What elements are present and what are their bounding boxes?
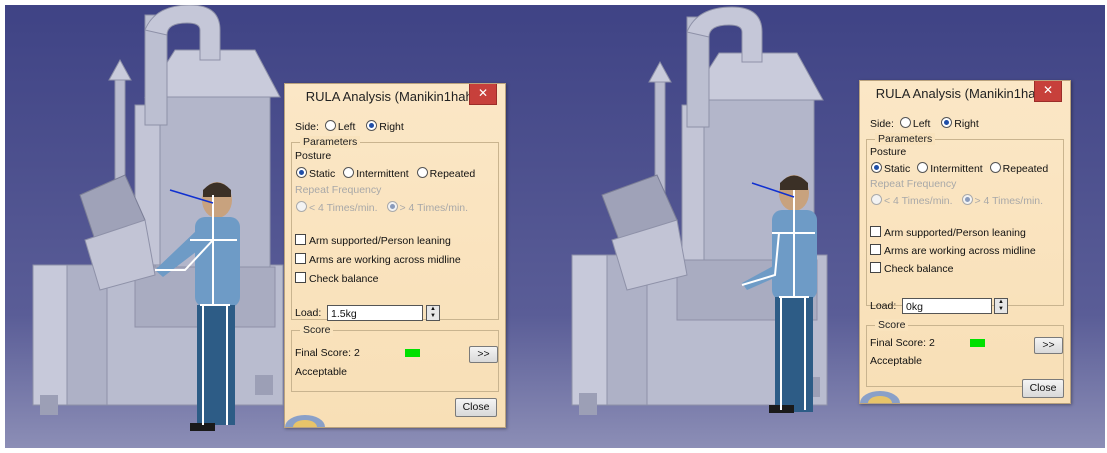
score-color-indicator (405, 349, 420, 357)
load-label: Load: (295, 307, 322, 319)
rula-dialog: RULA Analysis (Manikin1haha) ✕ Side: Lef… (859, 80, 1071, 404)
viewport-left[interactable]: RULA Analysis (Manikin1haha) ✕ Side: Lef… (5, 5, 550, 448)
arm-supported-label[interactable]: Arm supported/Person leaning (309, 235, 451, 247)
load-input[interactable]: 1.5kg (327, 305, 423, 321)
side-left-label[interactable]: Left (338, 121, 356, 133)
arm-supported-label[interactable]: Arm supported/Person leaning (884, 227, 1026, 239)
freq-low-label: < 4 Times/min. (309, 202, 378, 214)
side-left-label[interactable]: Left (913, 118, 931, 130)
rula-dialog: RULA Analysis (Manikin1haha) ✕ Side: Lef… (284, 83, 506, 428)
side-selector: Side: Left Right (870, 117, 979, 130)
arm-supported-option[interactable]: Arm supported/Person leaning (295, 234, 451, 247)
final-score: Final Score: 2 (870, 337, 935, 349)
score-color-indicator (970, 339, 985, 347)
close-button[interactable]: Close (455, 398, 497, 417)
arm-supported-option[interactable]: Arm supported/Person leaning (870, 226, 1026, 239)
freq-high-radio (386, 201, 398, 212)
arms-midline-checkbox[interactable] (295, 253, 306, 264)
side-label: Side: (295, 121, 319, 133)
repeated-radio[interactable] (416, 167, 428, 178)
arms-midline-label[interactable]: Arms are working across midline (884, 245, 1036, 257)
intermittent-radio[interactable] (917, 162, 929, 173)
check-balance-checkbox[interactable] (295, 272, 306, 283)
static-label[interactable]: Static (884, 163, 910, 175)
score-label: Score (875, 319, 909, 331)
posture-label: Posture (295, 150, 332, 162)
arms-midline-checkbox[interactable] (870, 244, 881, 255)
load-label: Load: (870, 300, 897, 312)
intermittent-radio[interactable] (343, 167, 355, 178)
freq-high-radio (961, 194, 973, 205)
posture-options: Static Intermittent Repeated (868, 162, 1048, 175)
side-left-radio[interactable] (899, 117, 911, 128)
arm-supported-checkbox[interactable] (870, 226, 881, 237)
check-balance-option[interactable]: Check balance (870, 262, 953, 275)
close-button[interactable]: Close (1022, 379, 1064, 398)
arms-midline-label[interactable]: Arms are working across midline (309, 254, 461, 266)
details-button[interactable]: >> (1034, 337, 1063, 354)
load-spinner[interactable]: ▲ ▼ (994, 298, 1008, 314)
check-balance-checkbox[interactable] (870, 262, 881, 273)
load-input[interactable]: 0kg (902, 298, 992, 314)
side-right-radio[interactable] (941, 117, 953, 128)
parameters-label: Parameters (300, 136, 361, 148)
arms-midline-option[interactable]: Arms are working across midline (295, 253, 461, 266)
score-group: Score (291, 324, 499, 392)
freq-low-label: < 4 Times/min. (884, 195, 953, 207)
verdict-text: Acceptable (295, 366, 347, 378)
frequency-options: < 4 Times/min. > 4 Times/min. (868, 194, 1043, 207)
side-left-radio[interactable] (324, 120, 336, 131)
verdict-text: Acceptable (870, 355, 922, 367)
catia-logo-icon (860, 391, 900, 403)
viewport-right[interactable]: RULA Analysis (Manikin1haha) ✕ Side: Lef… (547, 5, 1105, 448)
load-spinner[interactable]: ▲ ▼ (426, 305, 440, 321)
side-right-label[interactable]: Right (954, 118, 979, 130)
repeated-label[interactable]: Repeated (430, 168, 476, 180)
static-radio[interactable] (871, 162, 882, 173)
close-icon[interactable]: ✕ (1034, 81, 1062, 102)
intermittent-label[interactable]: Intermittent (930, 163, 983, 175)
freq-high-label: > 4 Times/min. (399, 202, 469, 214)
arms-midline-option[interactable]: Arms are working across midline (870, 244, 1036, 257)
frequency-options: < 4 Times/min. > 4 Times/min. (293, 201, 468, 214)
static-label[interactable]: Static (309, 168, 335, 180)
catia-logo-icon (285, 415, 325, 427)
close-icon[interactable]: ✕ (469, 84, 497, 105)
freq-low-radio (296, 201, 307, 212)
posture-label: Posture (870, 146, 907, 158)
side-label: Side: (870, 118, 894, 130)
final-score: Final Score: 2 (295, 347, 360, 359)
details-button[interactable]: >> (469, 346, 498, 363)
repeat-frequency-label: Repeat Frequency (295, 184, 382, 196)
side-right-radio[interactable] (366, 120, 378, 131)
side-right-label[interactable]: Right (379, 121, 404, 133)
parameters-label: Parameters (875, 133, 936, 145)
repeated-radio[interactable] (989, 162, 1001, 173)
repeat-frequency-label: Repeat Frequency (870, 178, 957, 190)
posture-options: Static Intermittent Repeated (293, 167, 475, 180)
arm-supported-checkbox[interactable] (295, 234, 306, 245)
intermittent-label[interactable]: Intermittent (356, 168, 409, 180)
freq-low-radio (871, 194, 882, 205)
static-radio[interactable] (296, 167, 307, 178)
repeated-label[interactable]: Repeated (1003, 163, 1049, 175)
score-label: Score (300, 324, 334, 336)
check-balance-option[interactable]: Check balance (295, 272, 378, 285)
check-balance-label[interactable]: Check balance (309, 273, 378, 285)
side-selector: Side: Left Right (295, 120, 404, 133)
freq-high-label: > 4 Times/min. (974, 195, 1044, 207)
check-balance-label[interactable]: Check balance (884, 263, 953, 275)
